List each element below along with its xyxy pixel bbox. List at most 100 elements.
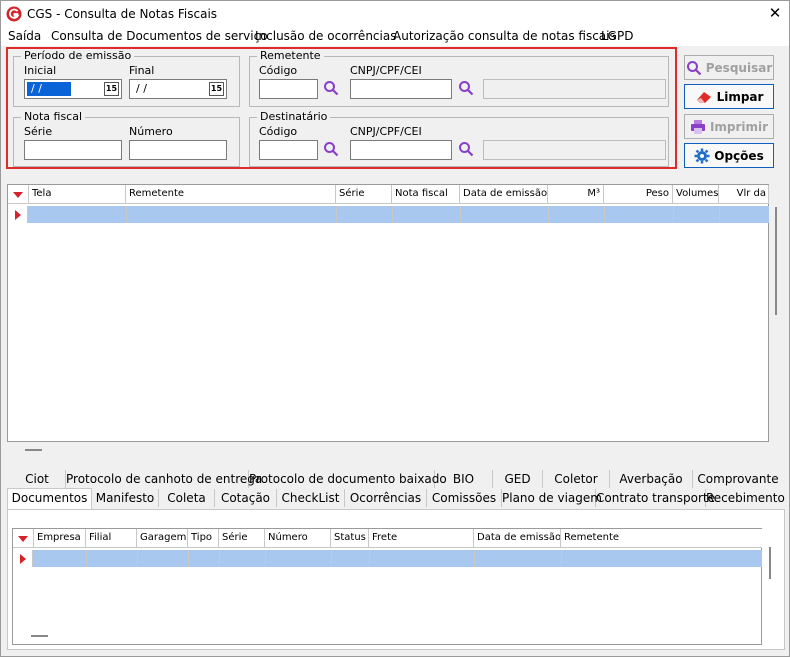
tab-ocorrencias[interactable]: Ocorrências [345,489,427,507]
data-inicial-value: / / [27,82,71,96]
menu-saida[interactable]: Saída [8,29,41,43]
vertical-scrollbar[interactable] [775,207,777,315]
tab-comprovante[interactable]: Comprovante [693,470,783,488]
imprimir-label: Imprimir [709,119,769,134]
current-row-arrow-icon [20,554,26,564]
destinatario-codigo-label: Código [259,125,298,138]
grid-menu-header[interactable] [8,185,29,204]
app-logo-icon [6,6,22,22]
window-title: CGS - Consulta de Notas Fiscais [27,7,218,21]
tab-recebimento[interactable]: Recebimento [706,489,785,507]
destinatario-codigo-field[interactable] [259,140,318,160]
col-nota-fiscal[interactable]: Nota fiscal [392,185,460,204]
col-peso[interactable]: Peso [604,185,673,204]
menu-consulta-documentos[interactable]: Consulta de Documentos de serviço [51,29,268,43]
remetente-codigo-label: Código [259,64,298,77]
tab-bio[interactable]: BIO [435,470,493,488]
col-garagem[interactable]: Garagem [137,529,188,548]
periodo-title: Período de emissão [21,49,135,62]
opcoes-button[interactable]: Opções [684,143,774,168]
calendar-icon[interactable]: 15 [104,82,119,96]
tab-documentos[interactable]: Documentos [7,488,92,510]
remetente-cnpj-label: CNPJ/CPF/CEI [350,64,422,77]
menu-lgpd[interactable]: LGPD [601,29,633,43]
tab-coletor[interactable]: Coletor [543,470,610,488]
tab-comissoes[interactable]: Comissões [427,489,502,507]
pesquisar-button[interactable]: Pesquisar [684,55,774,80]
dropdown-arrow-icon [18,536,28,542]
numero-field[interactable] [129,140,227,160]
tab-contrato-transporte[interactable]: Contrato transporte [596,489,715,507]
imprimir-button[interactable]: Imprimir [684,114,774,139]
destinatario-cnpj-field[interactable] [350,140,452,160]
data-final-value: / / [136,82,147,95]
tab-ciot[interactable]: Ciot [9,470,66,488]
numero-label: Número [129,125,173,138]
nota-fiscal-title: Nota fiscal [21,110,86,123]
col-serie[interactable]: Série [336,185,392,204]
dropdown-arrow-icon [13,192,23,198]
col-volumes[interactable]: Volumes [673,185,719,204]
vertical-scrollbar[interactable] [769,547,771,579]
col-vlr[interactable]: Vlr da [719,185,769,204]
notas-grid[interactable]: Tela Remetente Série Nota fiscal Data de… [7,184,777,451]
tab-checklist[interactable]: CheckList [277,489,345,507]
col-tipo[interactable]: Tipo [188,529,219,548]
col-tela[interactable]: Tela [29,185,126,204]
search-destinatario-cnpj-icon[interactable] [458,141,474,157]
tab-plano-viagem[interactable]: Plano de viagem [502,489,602,507]
data-final-field[interactable]: / / 15 [129,79,227,99]
tab-manifesto[interactable]: Manifesto [92,489,159,507]
row-indicator [8,206,28,223]
table-row[interactable] [8,206,769,223]
serie-field[interactable] [24,140,122,160]
col-remetente2[interactable]: Remetente [561,529,762,548]
limpar-button[interactable]: Limpar [684,84,774,109]
documentos-grid[interactable]: Empresa Filial Garagem Tipo Série Número… [12,528,771,645]
remetente-title: Remetente [257,49,324,62]
col-m3[interactable]: M³ [548,185,604,204]
row-indicator [13,550,33,567]
table-row[interactable] [13,550,762,567]
search-remetente-cnpj-icon[interactable] [458,80,474,96]
tab-coleta[interactable]: Coleta [159,489,215,507]
limpar-label: Limpar [716,89,764,104]
serie-label: Série [24,125,53,138]
main-window: CGS - Consulta de Notas Fiscais ✕ Saída … [0,0,790,657]
remetente-codigo-field[interactable] [259,79,318,99]
menu-autorizacao-consulta[interactable]: Autorização consulta de notas fiscais [393,29,616,43]
col-remetente[interactable]: Remetente [126,185,336,204]
close-button[interactable]: ✕ [765,3,785,23]
final-label: Final [129,64,155,77]
horizontal-scrollbar[interactable] [31,635,48,637]
tab-protocolo-documento[interactable]: Protocolo de documento baixado [249,470,447,488]
col-data-emissao2[interactable]: Data de emissão [474,529,561,548]
col-numero[interactable]: Número [265,529,331,548]
grid2-menu-header[interactable] [13,529,34,548]
opcoes-label: Opções [714,148,764,163]
pesquisar-label: Pesquisar [705,60,773,75]
col-data-emissao[interactable]: Data de emissão [460,185,548,204]
eraser-icon [696,91,711,103]
menu-inclusao-ocorrencias[interactable]: Inclusão de ocorrências [255,29,396,43]
destinatario-title: Destinatário [257,110,331,123]
tab-cotacao[interactable]: Cotação [215,489,277,507]
col-serie2[interactable]: Série [219,529,265,548]
tab-averbacao[interactable]: Averbação [610,470,693,488]
menu-bar: Saída Consulta de Documentos de serviço … [1,27,789,46]
horizontal-scrollbar[interactable] [25,449,42,451]
col-filial[interactable]: Filial [86,529,137,548]
remetente-cnpj-field[interactable] [350,79,452,99]
data-inicial-field[interactable]: / / 15 [24,79,122,99]
col-status[interactable]: Status [331,529,369,548]
destinatario-nome-field [483,140,666,160]
remetente-nome-field [483,79,666,99]
tab-ged[interactable]: GED [493,470,543,488]
col-frete[interactable]: Frete [369,529,474,548]
calendar-icon[interactable]: 15 [209,82,224,96]
search-destinatario-codigo-icon[interactable] [323,141,339,157]
tab-protocolo-canhoto[interactable]: Protocolo de canhoto de entrega [66,470,262,488]
search-remetente-codigo-icon[interactable] [323,80,339,96]
col-empresa[interactable]: Empresa [34,529,86,548]
printer-icon [690,119,705,134]
